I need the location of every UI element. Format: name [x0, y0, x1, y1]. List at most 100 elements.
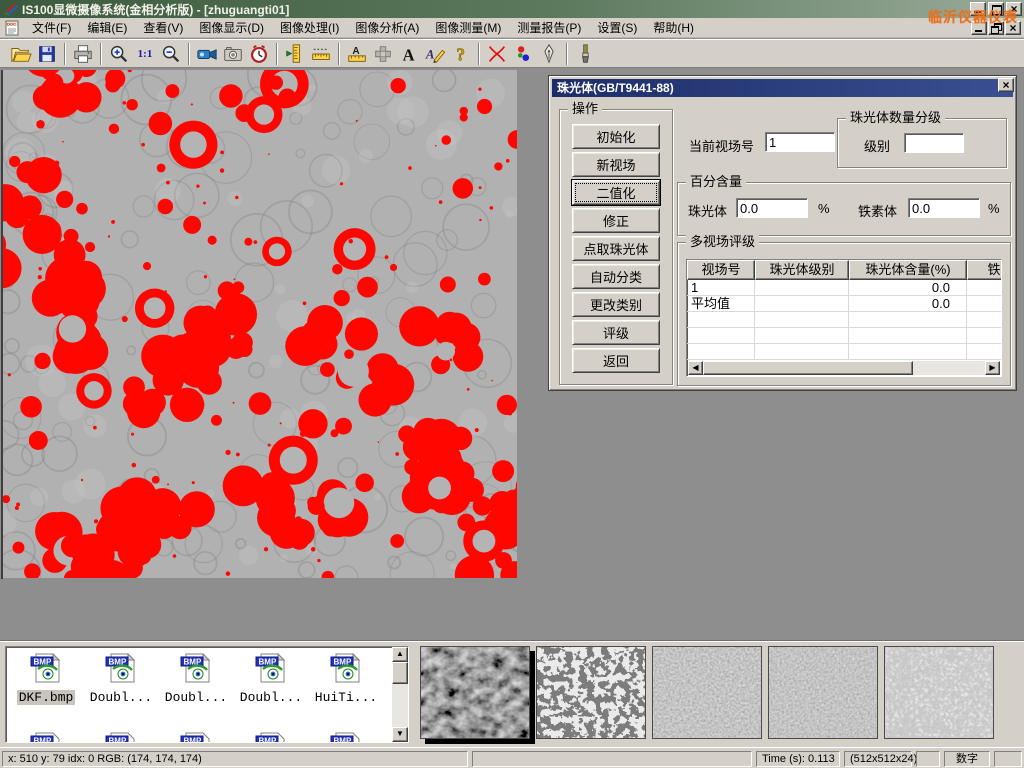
- menu-file[interactable]: 文件(F): [24, 17, 79, 38]
- table-horizontal-scrollbar[interactable]: ◀ ▶: [688, 361, 1000, 375]
- file-name[interactable]: HuiTi...: [313, 690, 379, 705]
- actual-size-button[interactable]: 1:1: [132, 41, 158, 67]
- menu-image-processing[interactable]: 图像处理(I): [272, 17, 347, 38]
- cell-grade: [755, 296, 849, 312]
- ruler-measure-button[interactable]: [308, 41, 334, 67]
- cell-field: 1: [687, 280, 755, 296]
- new-field-button[interactable]: 新视场: [572, 152, 660, 177]
- thumbnail-2[interactable]: [536, 646, 646, 739]
- print-button[interactable]: [70, 41, 96, 67]
- svg-text:DOC: DOC: [7, 21, 16, 26]
- col-pearlite-content[interactable]: 珠光体含量(%): [849, 260, 967, 280]
- bmp-file-icon: BMP: [180, 732, 212, 743]
- col-field-number[interactable]: 视场号: [687, 260, 755, 280]
- file-item[interactable]: BMP Doubl...: [85, 653, 157, 706]
- pearlite-percent-input[interactable]: [736, 198, 808, 218]
- video-capture-button[interactable]: [194, 41, 220, 67]
- document-icon[interactable]: DOC: [5, 20, 20, 36]
- file-name[interactable]: DKF.bmp: [17, 690, 76, 705]
- mdi-client-area: 珠光体(GB/T9441-88) 操作 初始化 新视场 二值化 修正 点取珠光体…: [0, 69, 1024, 641]
- change-class-button[interactable]: 更改类别: [572, 292, 660, 317]
- open-folder-icon: [10, 43, 32, 65]
- col-pearlite-grade[interactable]: 珠光体级别: [755, 260, 849, 280]
- zoom-out-button[interactable]: [158, 41, 184, 67]
- file-item[interactable]: BMP: [235, 732, 307, 743]
- menu-settings[interactable]: 设置(S): [589, 17, 645, 38]
- zoom-in-button[interactable]: [106, 41, 132, 67]
- file-item[interactable]: BMP: [10, 732, 82, 743]
- snapshot-button[interactable]: [220, 41, 246, 67]
- cell-content: 0.0: [849, 280, 967, 296]
- menu-image-display[interactable]: 图像显示(D): [191, 17, 272, 38]
- file-browser[interactable]: BMP DKF.bmp BMP Doubl... BMP Doubl... BM…: [5, 646, 409, 743]
- grade-input[interactable]: [904, 133, 964, 153]
- help-button[interactable]: ?: [448, 41, 474, 67]
- binarize-button[interactable]: 二值化: [572, 180, 660, 205]
- scroll-down-arrow[interactable]: ▼: [392, 727, 408, 742]
- thumbnail-5[interactable]: [884, 646, 994, 739]
- menu-view[interactable]: 查看(V): [135, 17, 191, 38]
- timer-clock-icon: [248, 43, 270, 65]
- file-name[interactable]: Doubl...: [238, 690, 304, 705]
- toolbar-separator: [566, 43, 568, 65]
- scroll-up-arrow[interactable]: ▲: [392, 647, 408, 662]
- file-item[interactable]: BMP HuiTi...: [310, 653, 382, 706]
- micrograph-image[interactable]: [1, 70, 519, 579]
- bmp-file-icon: BMP: [105, 653, 137, 683]
- menu-edit[interactable]: 编辑(E): [79, 17, 135, 38]
- auto-classify-button[interactable]: 自动分类: [572, 264, 660, 289]
- thumbnail-1[interactable]: [420, 646, 530, 739]
- file-item[interactable]: BMP Doubl...: [235, 653, 307, 706]
- menu-image-measure[interactable]: 图像测量(M): [427, 17, 509, 38]
- return-button[interactable]: 返回: [572, 348, 660, 373]
- current-view-input[interactable]: [765, 132, 835, 152]
- empty-panel: [994, 751, 1022, 767]
- menu-measure-report[interactable]: 测量报告(P): [509, 17, 589, 38]
- curve-erase-button[interactable]: [484, 41, 510, 67]
- file-name[interactable]: Doubl...: [88, 690, 154, 705]
- correct-button[interactable]: 修正: [572, 208, 660, 233]
- table-row[interactable]: 平均值 0.0: [687, 296, 1002, 312]
- empty-panel: [916, 751, 940, 767]
- merge-grid-button[interactable]: [370, 41, 396, 67]
- annotate-button[interactable]: A: [422, 41, 448, 67]
- operations-group-label: 操作: [568, 102, 602, 116]
- scroll-right-arrow[interactable]: ▶: [985, 361, 1000, 375]
- dialog-title-bar[interactable]: 珠光体(GB/T9441-88): [552, 79, 1013, 97]
- measure-label-button[interactable]: A: [344, 41, 370, 67]
- table-row[interactable]: 1 0.0: [687, 280, 1002, 296]
- file-item[interactable]: BMP DKF.bmp: [10, 653, 82, 706]
- save-button[interactable]: [34, 41, 60, 67]
- bottom-panel: BMP DKF.bmp BMP Doubl... BMP Doubl... BM…: [0, 641, 1024, 748]
- timer-capture-button[interactable]: [246, 41, 272, 67]
- caliper-measure-button[interactable]: [282, 41, 308, 67]
- dialog-close-button[interactable]: [998, 78, 1014, 92]
- phase-particles-button[interactable]: [510, 41, 536, 67]
- menu-help[interactable]: 帮助(H): [645, 17, 702, 38]
- thumbnail-3[interactable]: [652, 646, 762, 739]
- video-camera-icon: [196, 43, 218, 65]
- bmp-file-icon: BMP: [180, 653, 212, 683]
- file-item[interactable]: BMP: [310, 732, 382, 743]
- open-file-button[interactable]: [8, 41, 34, 67]
- file-item[interactable]: BMP: [160, 732, 232, 743]
- text-tool-button[interactable]: A: [396, 41, 422, 67]
- scrollbar-thumb[interactable]: [392, 662, 408, 684]
- file-list-scrollbar[interactable]: ▲ ▼: [392, 647, 408, 742]
- pick-pearlite-button[interactable]: 点取珠光体: [572, 236, 660, 261]
- brush-tool-button[interactable]: [572, 41, 598, 67]
- bmp-file-icon: BMP: [255, 732, 287, 743]
- pen-tool-button[interactable]: [536, 41, 562, 67]
- grade-button[interactable]: 评级: [572, 320, 660, 345]
- col-ferrite[interactable]: 铁素体: [967, 260, 1002, 280]
- multiview-table[interactable]: 视场号 珠光体级别 珠光体含量(%) 铁素体 1 0.0 平均值: [686, 259, 1002, 377]
- menu-image-analysis[interactable]: 图像分析(A): [347, 17, 427, 38]
- thumbnail-4[interactable]: [768, 646, 878, 739]
- file-item[interactable]: BMP: [85, 732, 157, 743]
- scroll-left-arrow[interactable]: ◀: [688, 361, 703, 375]
- ferrite-percent-input[interactable]: [908, 198, 980, 218]
- file-item[interactable]: BMP Doubl...: [160, 653, 232, 706]
- scrollbar-thumb[interactable]: [703, 361, 913, 375]
- file-name[interactable]: Doubl...: [163, 690, 229, 705]
- initialize-button[interactable]: 初始化: [572, 124, 660, 149]
